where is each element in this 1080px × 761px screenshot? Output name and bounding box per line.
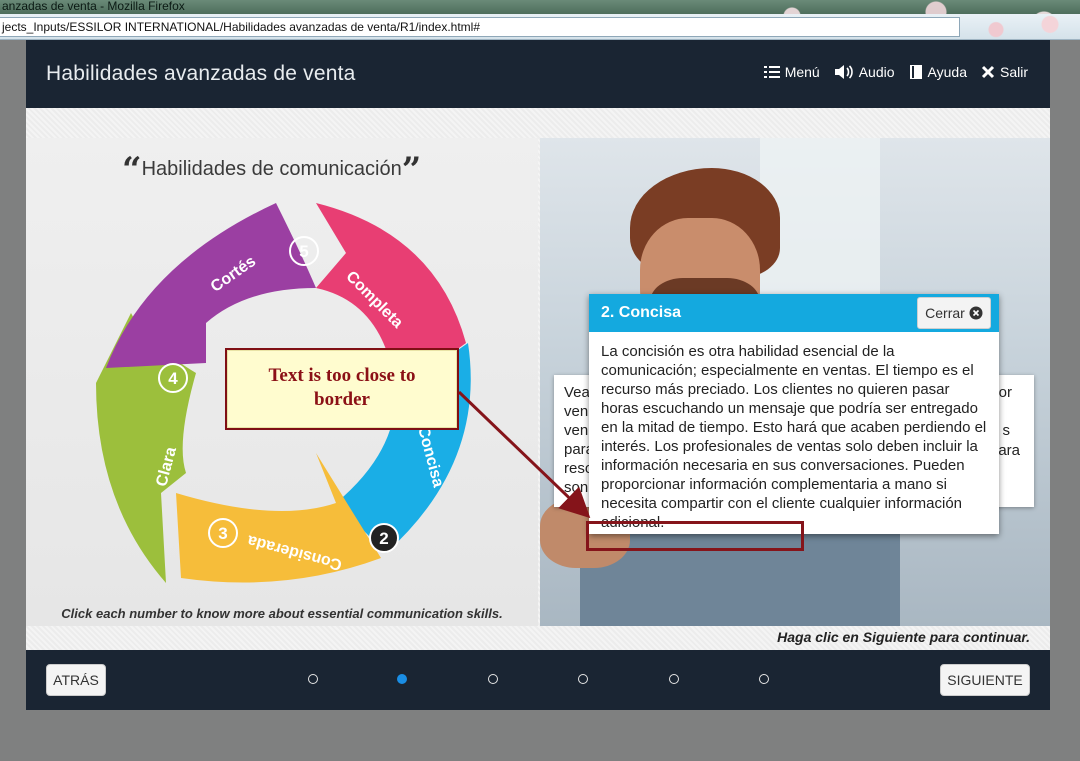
annotation-highlight-box: [586, 521, 804, 551]
annotation-arrow: [457, 390, 591, 519]
